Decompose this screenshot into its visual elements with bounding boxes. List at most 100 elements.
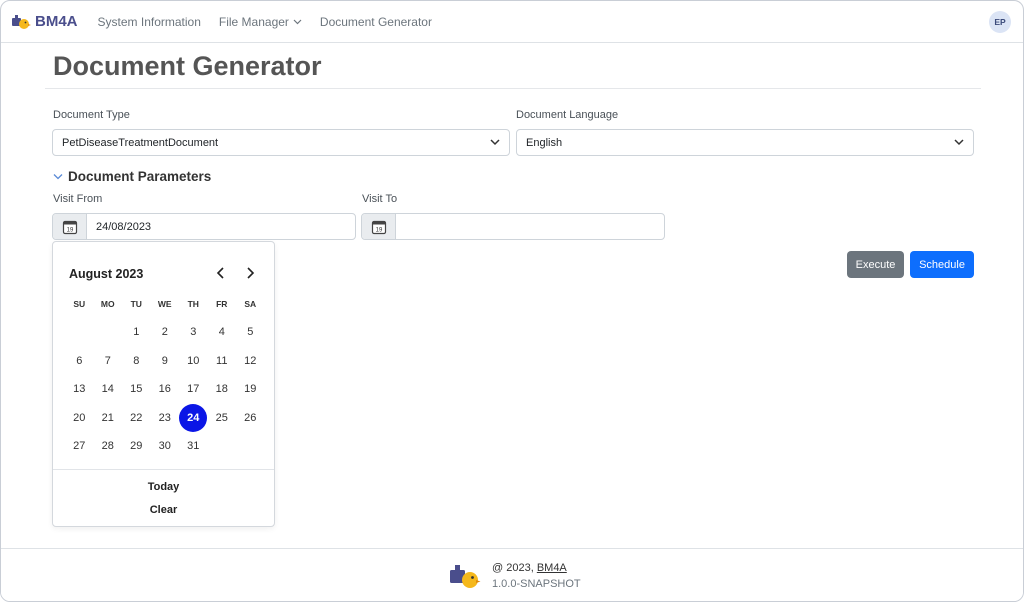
visit-to-field[interactable]: 19 (361, 213, 665, 240)
footer-copyright: @ 2023, BM4A (492, 562, 567, 574)
document-type-select[interactable]: PetDiseaseTreatmentDocument (52, 129, 510, 156)
section-title: Document Parameters (68, 169, 212, 184)
bm4a-logo-icon (12, 14, 31, 29)
calendar-day[interactable]: 17 (179, 375, 208, 404)
weekday-label: TU (130, 299, 142, 309)
visit-to-label: Visit To (362, 193, 398, 205)
chevron-left-icon[interactable] (215, 266, 227, 280)
empty-day-cell (208, 432, 237, 461)
calendar-day[interactable]: 30 (151, 432, 180, 461)
user-avatar[interactable]: EP (989, 11, 1011, 33)
calendar-day[interactable]: 21 (94, 404, 123, 433)
visit-to-value (396, 214, 405, 239)
weekday-label: FR (216, 299, 228, 309)
nav-label: Document Generator (319, 14, 432, 29)
visit-from-label: Visit From (53, 193, 103, 205)
calendar-day[interactable]: 22 (122, 404, 151, 433)
calendar-footer: Today Clear (53, 469, 274, 516)
visit-from-calendar-button[interactable]: 19 (53, 214, 87, 239)
empty-day-cell (65, 318, 94, 347)
calendar-week-row: 12345 (65, 318, 265, 347)
calendar-day[interactable]: 31 (179, 432, 208, 461)
document-parameters-toggle[interactable]: Document Parameters (53, 169, 211, 184)
calendar-day[interactable]: 16 (151, 375, 180, 404)
calendar-icon: 19 (371, 220, 386, 234)
calendar-day[interactable]: 13 (65, 375, 94, 404)
empty-day-cell (236, 432, 265, 461)
svg-text:19: 19 (375, 227, 382, 233)
weekday-label: MO (100, 299, 115, 309)
visit-from-value: 24/08/2023 (96, 220, 152, 233)
chevron-down-icon (954, 139, 964, 146)
calendar-week-row: 20 21 22 23 24 25 26 (65, 403, 265, 433)
page-footer: @ 2023, BM4A 1.0.0-SNAPSHOT (1, 548, 1023, 601)
calendar-day[interactable]: 12 (236, 347, 265, 376)
nav-document-generator[interactable]: Document Generator (320, 15, 432, 29)
calendar-day[interactable]: 1 (122, 318, 151, 347)
document-type-label: Document Type (53, 109, 130, 121)
today-button[interactable]: Today (53, 481, 274, 493)
visit-from-field[interactable]: 19 24/08/2023 (52, 213, 356, 240)
calendar-day[interactable]: 15 (122, 375, 151, 404)
calendar-week-row: 6 7 8 9 10 11 12 (65, 347, 265, 376)
nav-file-manager[interactable]: File Manager (219, 15, 302, 29)
brand-name: BM4A (35, 13, 78, 30)
nav-system-information[interactable]: System Information (98, 15, 201, 29)
copyright-prefix: @ 2023, (492, 562, 537, 574)
visit-to-calendar-button[interactable]: 19 (362, 214, 396, 239)
calendar-day[interactable]: 27 (65, 432, 94, 461)
calendar-day[interactable]: 18 (208, 375, 237, 404)
top-navbar: BM4A System Information File Manager Doc… (1, 1, 1023, 43)
calendar-day[interactable]: 3 (179, 318, 208, 347)
weekday-header-row: SU MO TU WE TH FR SA (65, 294, 265, 314)
execute-button[interactable]: Execute (847, 251, 904, 278)
nav-label: File Manager (218, 14, 289, 29)
empty-day-cell (94, 318, 123, 347)
schedule-button[interactable]: Schedule (910, 251, 974, 278)
calendar-day[interactable]: 4 (208, 318, 237, 347)
chevron-down-icon (293, 19, 302, 24)
weekday-label: WE (157, 299, 172, 309)
date-picker-popup: August 2023 SU MO TU WE TH FR SA 1 2 3 4 5 6 7 8 9 10 11 1… (52, 241, 275, 527)
title-divider (45, 88, 981, 89)
brand-link[interactable]: BM4A (11, 13, 78, 31)
calendar-grid: SU MO TU WE TH FR SA 1 2 3 4 5 6 7 8 9 10 11 12 13 14 15 16 17 1… (65, 294, 265, 461)
calendar-week-row: 27 28 29 30 31 (65, 432, 265, 461)
calendar-day[interactable]: 20 (65, 404, 94, 433)
calendar-day[interactable]: 25 (208, 404, 237, 433)
calendar-day[interactable]: 14 (94, 375, 123, 404)
calendar-day[interactable]: 5 (236, 318, 265, 347)
weekday-label: SA (244, 299, 257, 309)
calendar-day[interactable]: 29 (122, 432, 151, 461)
weekday-label: TH (187, 299, 199, 309)
document-language-label: Document Language (516, 109, 619, 121)
calendar-day[interactable]: 26 (236, 404, 265, 433)
calendar-day[interactable]: 23 (151, 404, 180, 433)
clear-button[interactable]: Clear (53, 504, 274, 516)
document-type-value: PetDiseaseTreatmentDocument (62, 136, 219, 149)
calendar-day[interactable]: 6 (65, 347, 94, 376)
selected-day[interactable]: 24 (179, 403, 208, 433)
chevron-right-icon[interactable] (244, 266, 256, 280)
calendar-day[interactable]: 10 (179, 347, 208, 376)
weekday-label: SU (73, 299, 86, 309)
calendar-day[interactable]: 9 (151, 347, 180, 376)
app-window: BM4A System Information File Manager Doc… (0, 0, 1024, 602)
calendar-day[interactable]: 2 (151, 318, 180, 347)
bm4a-logo-icon (450, 565, 481, 588)
calendar-month-title[interactable]: August 2023 (69, 267, 143, 281)
svg-text:19: 19 (66, 227, 73, 233)
calendar-day[interactable]: 19 (236, 375, 265, 404)
nav-label: System Information (97, 14, 201, 29)
bm4a-footer-link[interactable]: BM4A (537, 562, 567, 574)
calendar-week-row: 13 14 15 16 17 18 19 (65, 375, 265, 404)
calendar-day[interactable]: 28 (94, 432, 123, 461)
chevron-down-icon (53, 174, 63, 180)
calendar-icon: 19 (62, 220, 77, 234)
calendar-day[interactable]: 11 (208, 347, 237, 376)
calendar-day[interactable]: 7 (94, 347, 123, 376)
footer-version: 1.0.0-SNAPSHOT (492, 578, 581, 590)
document-language-select[interactable]: English (516, 129, 974, 156)
document-language-value: English (526, 136, 563, 149)
calendar-day[interactable]: 8 (122, 347, 151, 376)
